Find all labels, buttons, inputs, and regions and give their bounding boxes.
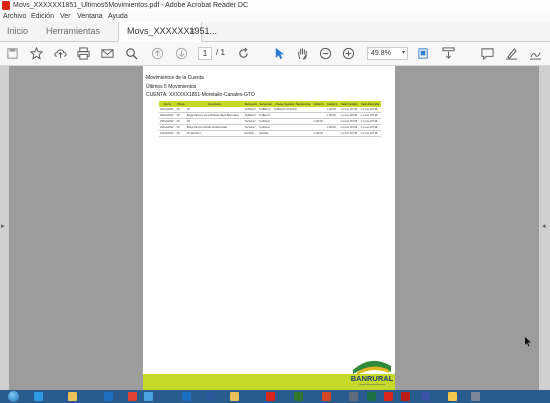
next-page-icon[interactable] (174, 46, 188, 60)
taskbar-outlook-icon[interactable] (178, 391, 195, 402)
taskbar-acrobat-2-icon[interactable] (397, 391, 414, 402)
taskbar-acrobat-alt-icon[interactable] (262, 391, 279, 402)
taskbar-folder-icon[interactable] (64, 391, 81, 402)
comment-icon[interactable] (480, 46, 494, 60)
chrome-icon (128, 392, 137, 401)
rotate-icon[interactable] (236, 46, 250, 60)
taskbar-chrome-icon[interactable] (124, 391, 141, 402)
table-cell: 1,100.00 (312, 130, 326, 137)
taskbar-visio-icon[interactable] (417, 391, 434, 402)
window-title: Movs_XXXXXX1851_Ultimos5Movimientos.pdf … (13, 2, 249, 9)
acrobat-icon (384, 392, 393, 401)
taskbar-outlook-alt-icon[interactable] (100, 391, 117, 402)
page-total: / 1 (216, 48, 225, 57)
folder-icon (68, 392, 77, 401)
page-number-input[interactable]: 1 (198, 47, 212, 60)
print-icon[interactable] (76, 46, 90, 60)
select-pointer-icon[interactable] (272, 46, 286, 60)
document-heading: Movimientos de la Cuenta (146, 75, 204, 81)
zoom-in-icon[interactable] (341, 46, 355, 60)
table-cell: Recibido (258, 130, 273, 137)
photos-icon (144, 392, 153, 401)
upload-cloud-icon[interactable] (53, 46, 67, 60)
scroll-mode-icon[interactable] (441, 46, 455, 60)
toolbar: 1 / 1 49.8% ▾ (0, 42, 550, 66)
project-icon (294, 392, 303, 401)
acrobat-2-icon (401, 392, 410, 401)
movements-table: Fecha Oficina Descripción Referencia Sec… (159, 101, 381, 137)
excel-icon (367, 392, 376, 401)
notes-icon (448, 392, 457, 401)
email-icon[interactable] (100, 46, 114, 60)
highlight-pen-icon[interactable] (504, 46, 518, 60)
tab-document[interactable]: Movs_XXXXXX1951... ✕ (118, 22, 217, 42)
tab-bar: Inicio Herramientas Movs_XXXXXX1951... ✕ (0, 22, 550, 42)
chevron-down-icon: ▾ (401, 50, 405, 56)
zoom-level-select[interactable]: 49.8% ▾ (367, 47, 408, 60)
menu-ventana[interactable]: Ventana (77, 11, 103, 22)
zoom-out-icon[interactable] (318, 46, 332, 60)
tab-document-label: Movs_XXXXXX1951... (127, 26, 218, 36)
table-cell: Ofi, Emisión 1 (185, 130, 244, 137)
taskbar-word-icon[interactable] (202, 391, 219, 402)
menu-ver[interactable]: Ver (60, 11, 71, 22)
taskbar-project-icon[interactable] (290, 391, 307, 402)
taskbar-ie-icon[interactable] (30, 391, 47, 402)
save-icon[interactable] (5, 46, 19, 60)
windows-logo-icon (7, 391, 19, 402)
logo-wordmark: BANRURAL (351, 374, 393, 383)
outlook-alt-icon (104, 392, 113, 401)
table-row: 24/Feb/2022 Ofi Ofi, Emisión 1 Recibido Reci… (159, 130, 381, 137)
mouse-cursor-icon (525, 337, 531, 347)
menu-bar: Archivo Edición Ver Ventana Ayuda (0, 11, 550, 22)
explorer-icon (230, 392, 239, 401)
taskbar-excel-icon[interactable] (363, 391, 380, 402)
pdf-page: Movimientos de la Cuenta Últimos 5 Movim… (143, 66, 395, 390)
close-tab-icon[interactable]: ✕ (188, 22, 196, 41)
taskbar-powerpoint-icon[interactable] (318, 391, 335, 402)
taskbar-acrobat-icon[interactable] (380, 391, 397, 402)
acrobat-app-icon (2, 1, 10, 10)
windows-taskbar (0, 390, 550, 403)
settings-icon (471, 392, 480, 401)
outlook-icon (182, 392, 191, 401)
fit-page-icon[interactable] (416, 46, 430, 60)
previous-page-icon[interactable] (150, 46, 164, 60)
menu-edicion[interactable]: Edición (31, 11, 54, 22)
ie-icon (34, 392, 43, 401)
document-account: CUENTA: XXXXXX1851-Moretalio-Canales-GTO (146, 92, 255, 98)
menu-archivo[interactable]: Archivo (3, 11, 26, 22)
taskbar-projector-icon[interactable] (345, 391, 362, 402)
banrural-logo: BANRURAL Grupo Financiero Banrural (351, 360, 393, 386)
bookmark-star-icon[interactable] (29, 46, 43, 60)
table-cell (272, 130, 313, 137)
taskbar-notes-icon[interactable] (444, 391, 461, 402)
table-cell: Recibido (243, 130, 259, 137)
table-cell: 1,1.xxxx,187.98 (339, 130, 360, 137)
powerpoint-icon (322, 392, 331, 401)
hand-tool-icon[interactable] (295, 46, 309, 60)
tab-tools[interactable]: Herramientas (46, 22, 100, 41)
table-cell (325, 130, 340, 137)
start-button[interactable] (2, 390, 24, 403)
acrobat-alt-icon (266, 392, 275, 401)
expand-left-panel-icon[interactable]: ▸ (1, 222, 5, 230)
search-icon[interactable] (124, 46, 138, 60)
word-icon (206, 392, 215, 401)
taskbar-settings-icon[interactable] (467, 391, 484, 402)
visio-icon (421, 392, 430, 401)
table-cell: Ofi (175, 130, 186, 137)
table-cell: 1,1.xxxx,187.98 (359, 130, 381, 137)
taskbar-explorer-icon[interactable] (226, 391, 243, 402)
menu-ayuda[interactable]: Ayuda (108, 11, 128, 22)
table-cell: 24/Feb/2022 (159, 130, 176, 137)
taskbar-photos-icon[interactable] (140, 391, 157, 402)
document-subheading: Últimos 5 Movimientos (146, 84, 197, 90)
expand-right-panel-icon[interactable]: ◂ (542, 222, 546, 230)
zoom-level-value: 49.8% (371, 50, 391, 57)
projector-icon (349, 392, 358, 401)
tab-home[interactable]: Inicio (7, 22, 28, 41)
logo-tagline: Grupo Financiero Banrural (359, 383, 385, 386)
sign-icon[interactable] (528, 46, 542, 60)
